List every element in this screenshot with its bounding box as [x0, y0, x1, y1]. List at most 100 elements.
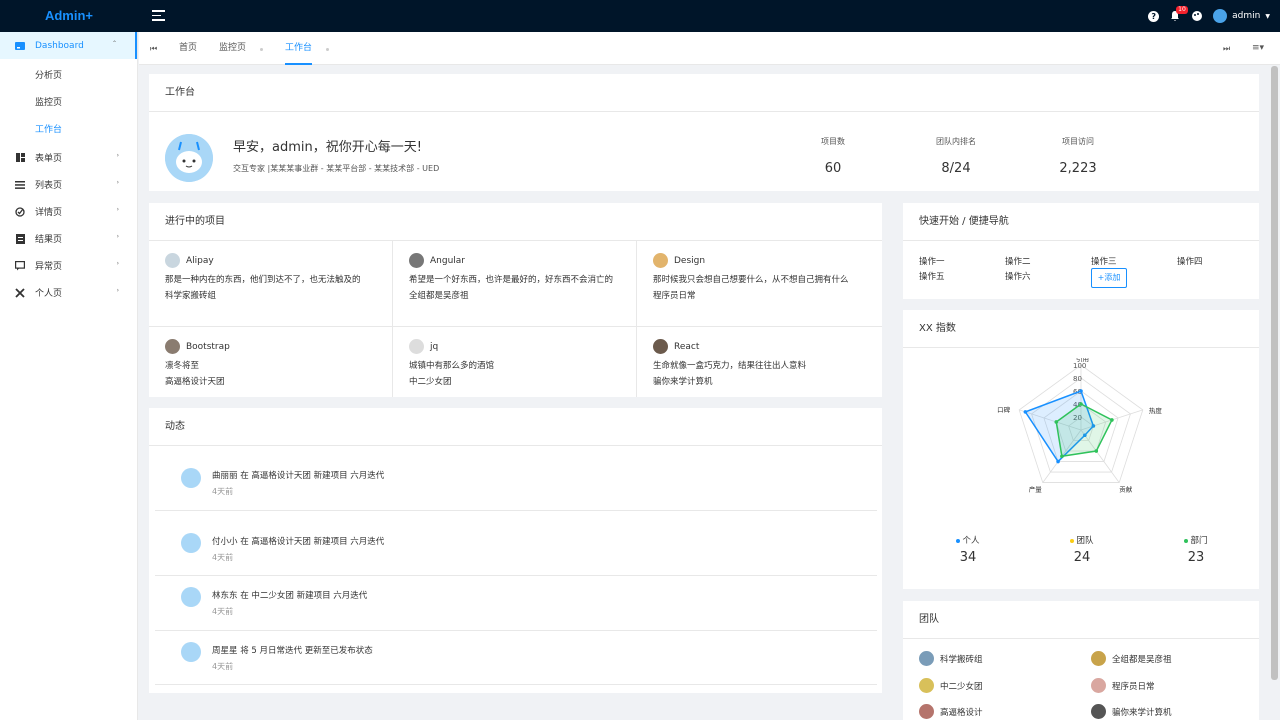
sidebar-item-label: Dashboard	[35, 40, 84, 51]
check-circle-icon	[15, 206, 25, 217]
sidebar-item-detail[interactable]: 详情页 ›	[0, 198, 137, 225]
tab-workplace[interactable]: 工作台	[285, 32, 313, 65]
user-avatar	[1213, 9, 1228, 23]
sidebar-sub-workplace[interactable]: 工作台	[0, 117, 137, 144]
menu-toggle-icon[interactable]	[152, 10, 165, 21]
quick-op-6[interactable]: 操作六	[1005, 270, 1031, 282]
chevron-right-icon: ›	[116, 287, 119, 294]
chevron-down-icon: ▼	[1265, 12, 1270, 20]
sidebar-item-label: 个人页	[35, 289, 63, 299]
tab-home[interactable]: 首页	[179, 32, 197, 65]
team-avatar	[1091, 651, 1106, 666]
team-item[interactable]: 全组都是吴彦祖	[1091, 651, 1172, 666]
notification-bell[interactable]: 10	[1169, 6, 1188, 22]
radar-point	[1094, 449, 1099, 453]
team-card: 团队 科学搬砖组 全组都是吴彦祖 中二少女团 程序员日常 高逼格设计 骗你来学计…	[903, 601, 1259, 720]
activity-avatar	[181, 642, 201, 662]
team-item[interactable]: 骗你来学计算机	[1091, 704, 1172, 719]
radar-card: XX 指数 10080604020引用热度贡献产量口碑 个人 34 团队 24 …	[903, 310, 1259, 589]
sidebar-sub-analysis[interactable]: 分析页	[0, 63, 137, 90]
quick-nav-title: 快速开始 / 便捷导航	[903, 203, 1259, 241]
user-title: 交互专家 |某某某事业群 - 某某平台部 - 某某技术部 - UED	[233, 164, 440, 173]
chevron-right-icon: ›	[116, 179, 119, 186]
workbench-card: 工作台 早安，admin，祝你开心每一天! 交互专家 |某某某事业群 - 某某平…	[149, 74, 1259, 191]
radar-point	[1023, 410, 1028, 414]
project-item[interactable]: Alipay 那是一种内在的东西，他们到达不了，也无法触及的 科学家搬砖组	[149, 241, 393, 327]
team-avatar	[1091, 678, 1106, 693]
project-avatar	[165, 253, 180, 268]
chevron-right-icon: ›	[116, 260, 119, 267]
sidebar: Dashboard ⌃ 分析页 监控页 工作台 表单页 › 列表页 › 详情页 …	[0, 32, 138, 720]
quick-op-2[interactable]: 操作二	[1005, 255, 1031, 267]
tabs-prev-icon[interactable]: ⏮	[150, 32, 157, 65]
radar-axis-label: 热度	[1149, 406, 1162, 415]
page-scrollbar[interactable]	[1271, 66, 1278, 680]
stat-projects: 项目数 60	[821, 137, 845, 176]
radar-title: XX 指数	[903, 310, 1259, 348]
chevron-right-icon: ›	[116, 233, 119, 240]
project-avatar	[653, 339, 668, 354]
stat-rank: 团队内排名 8/24	[936, 137, 976, 176]
legend-team: 团队 24	[1057, 534, 1107, 565]
app-logo[interactable]: Admin+	[0, 0, 138, 32]
quick-op-3[interactable]: 操作三	[1091, 255, 1117, 267]
project-item[interactable]: React 生命就像一盒巧克力，结果往往出人意料 骗你来学计算机	[637, 327, 882, 397]
tab-monitor[interactable]: 监控页	[219, 32, 246, 65]
top-header: Admin+ ? 10 admin ▼	[0, 0, 1280, 32]
sidebar-item-account[interactable]: 个人页 ›	[0, 279, 137, 306]
user-avatar-large	[165, 134, 213, 182]
quick-op-5[interactable]: 操作五	[919, 270, 945, 282]
activity-card: 动态 曲丽丽 在 高逼格设计天团 新建项目 六月迭代 4天前 付小小 在 高逼格…	[149, 408, 882, 693]
user-menu[interactable]: admin ▼	[1213, 9, 1270, 23]
tabs-menu-icon[interactable]: ≡▾	[1252, 32, 1264, 65]
activity-item: 林东东 在 中二少女团 新建项目 六月迭代 4天前	[155, 576, 877, 631]
project-item[interactable]: Design 那时候我只会想自己想要什么，从不想自己拥有什么 程序员日常	[637, 241, 882, 327]
help-icon[interactable]: ?	[1148, 10, 1160, 22]
form-icon	[15, 153, 25, 163]
sidebar-item-label: 列表页	[35, 181, 63, 191]
sidebar-item-list[interactable]: 列表页 ›	[0, 171, 137, 198]
team-item[interactable]: 程序员日常	[1091, 678, 1155, 693]
sidebar-item-form[interactable]: 表单页 ›	[0, 144, 137, 171]
chevron-right-icon: ›	[116, 152, 119, 159]
team-item[interactable]: 科学搬砖组	[919, 651, 983, 666]
team-avatar	[919, 704, 934, 719]
quick-op-4[interactable]: 操作四	[1177, 255, 1203, 267]
project-item[interactable]: Bootstrap 凛冬将至 高逼格设计天团	[149, 327, 393, 397]
sidebar-item-label: 表单页	[35, 154, 63, 164]
sidebar-item-result[interactable]: 结果页 ›	[0, 225, 137, 252]
activity-item: 周星星 将 5 月日常迭代 更新至已发布状态 4天前	[155, 631, 877, 685]
page-title: 工作台	[149, 74, 1259, 112]
radar-point	[1079, 402, 1083, 406]
quick-nav-card: 快速开始 / 便捷导航 操作一 操作二 操作三 操作四 操作五 操作六 +添加	[903, 203, 1259, 299]
dashboard-icon	[15, 41, 25, 51]
cartoon-avatar-icon	[165, 134, 213, 182]
tabs-next-icon[interactable]: ⏭	[1223, 32, 1230, 65]
quick-op-1[interactable]: 操作一	[919, 255, 945, 267]
sidebar-item-dashboard[interactable]: Dashboard ⌃	[0, 32, 137, 59]
radar-point	[1079, 389, 1083, 393]
radar-point	[1110, 418, 1114, 422]
notification-badge: 10	[1176, 6, 1188, 14]
stat-visits: 项目访问 2,223	[1059, 137, 1097, 176]
radar-chart: 10080604020引用热度贡献产量口碑	[997, 358, 1162, 494]
legend-dot	[1184, 538, 1189, 543]
team-item[interactable]: 中二少女团	[919, 678, 983, 693]
team-title: 团队	[903, 601, 1259, 639]
project-item[interactable]: Angular 希望是一个好东西，也许是最好的，好东西不会消亡的 全组都是吴彦祖	[393, 241, 637, 327]
tab-bar: ⏮ 首页 监控页 工作台 ⏭ ≡▾	[139, 32, 1280, 65]
sidebar-item-exception[interactable]: 异常页 ›	[0, 252, 137, 279]
sidebar-item-label: 结果页	[35, 235, 63, 245]
add-shortcut-button[interactable]: +添加	[1091, 268, 1127, 288]
projects-card: 进行中的项目 Alipay 那是一种内在的东西，他们到达不了，也无法触及的 科学…	[149, 203, 882, 397]
radar-axis-label: 引用	[1076, 358, 1089, 363]
tab-dot	[326, 48, 329, 51]
team-item[interactable]: 高逼格设计	[919, 704, 983, 719]
project-item[interactable]: jq 城镇中有那么多的酒馆 中二少女团	[393, 327, 637, 397]
theme-icon[interactable]	[1191, 10, 1203, 22]
radar-tick-label: 100	[1073, 362, 1086, 370]
activity-avatar	[181, 468, 201, 488]
radar-point	[1054, 420, 1059, 424]
sidebar-sub-monitor[interactable]: 监控页	[0, 90, 137, 117]
radar-axis-label: 贡献	[1119, 485, 1133, 494]
